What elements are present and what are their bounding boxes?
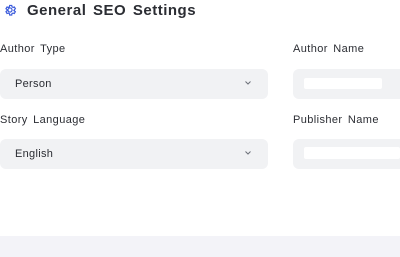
- publisher-name-label: Publisher Name: [293, 114, 379, 126]
- publisher-name-field[interactable]: [293, 139, 400, 169]
- section-header: General SEO Settings: [3, 0, 196, 20]
- story-language-value: English: [15, 148, 54, 160]
- author-name-field[interactable]: [293, 69, 400, 99]
- seo-settings-panel: General SEO Settings Author Type Person …: [0, 0, 400, 257]
- chevron-down-icon: [245, 81, 251, 85]
- page-title: General SEO Settings: [27, 1, 197, 19]
- story-language-select[interactable]: English: [0, 139, 268, 169]
- redaction-box: [304, 147, 400, 159]
- chevron-down-icon: [245, 151, 251, 155]
- redaction-box: [304, 78, 382, 89]
- gear-icon: [5, 4, 17, 16]
- author-type-select[interactable]: Person: [0, 69, 268, 99]
- story-language-label: Story Language: [0, 114, 86, 126]
- author-type-value: Person: [15, 78, 52, 90]
- footer-bar: [0, 236, 400, 257]
- author-type-label: Author Type: [0, 43, 66, 55]
- author-name-label: Author Name: [293, 43, 365, 55]
